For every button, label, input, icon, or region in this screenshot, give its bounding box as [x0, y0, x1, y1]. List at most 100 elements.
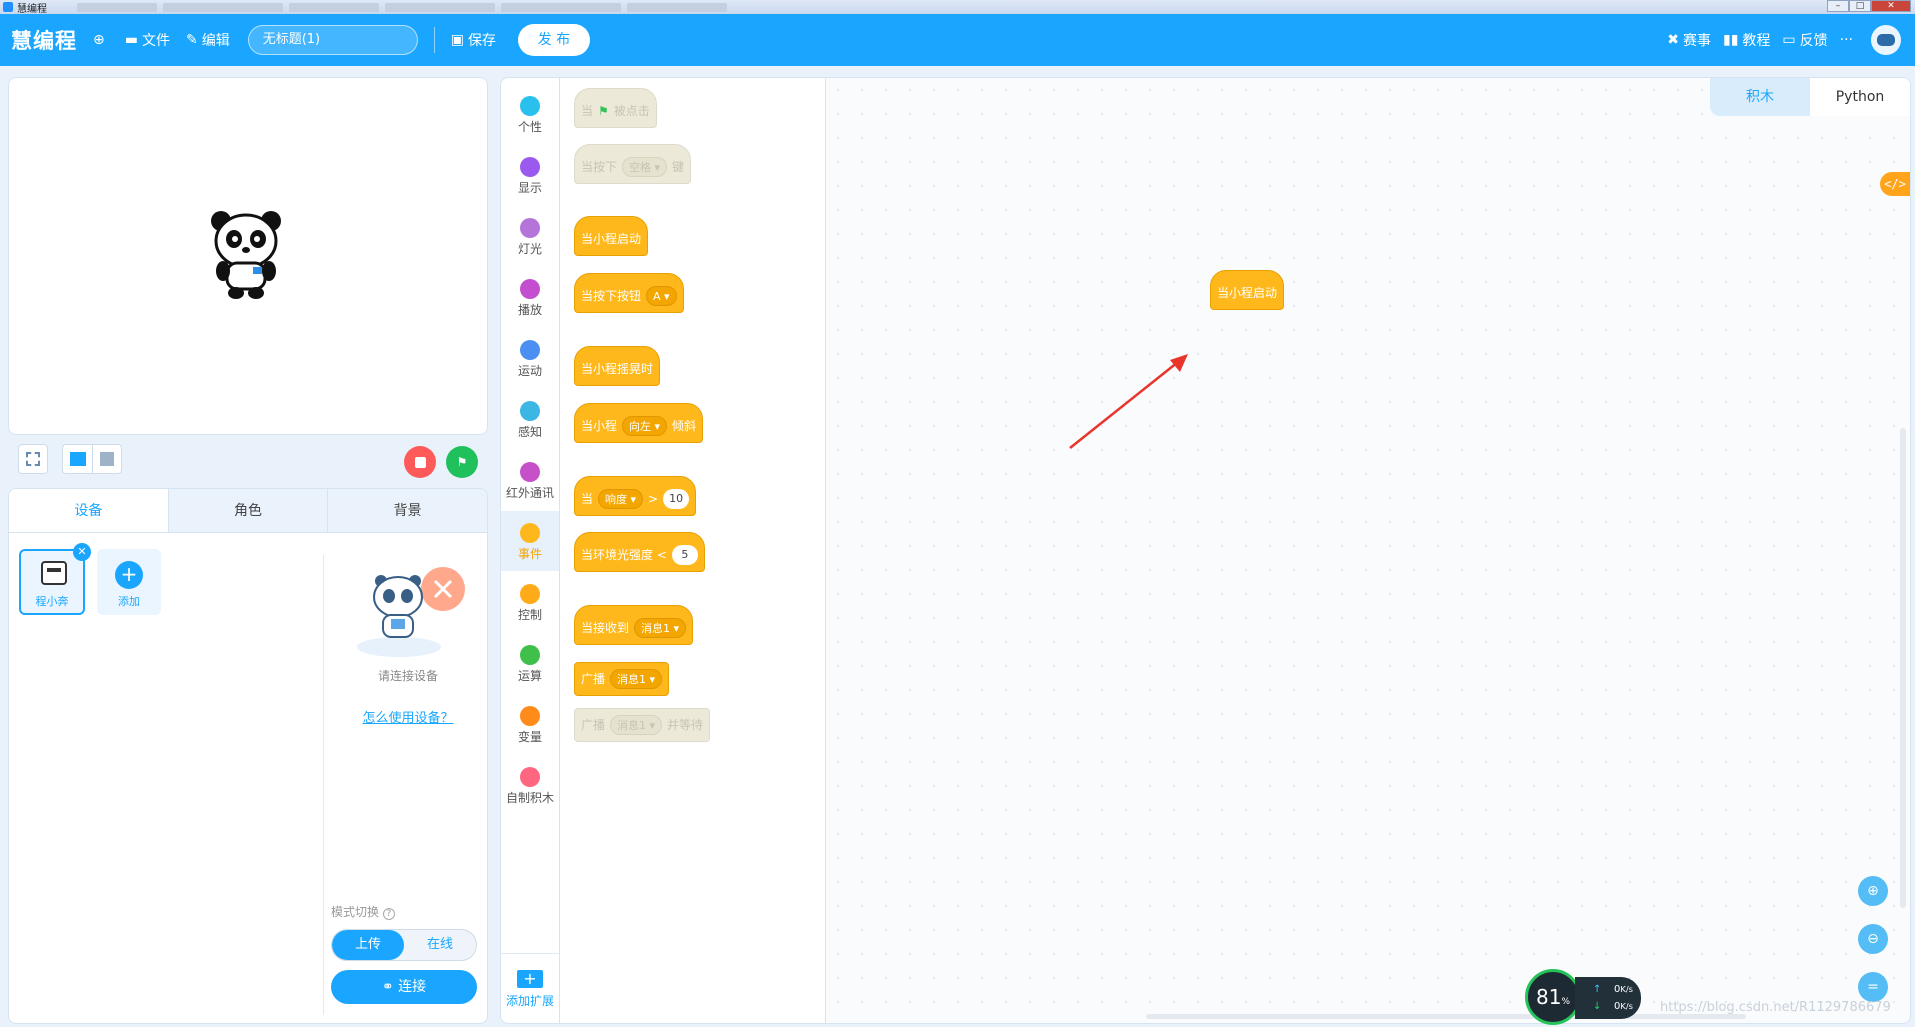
category-motion[interactable]: 运动 — [501, 328, 559, 388]
tab-backdrops[interactable]: 背景 — [328, 489, 487, 532]
category-dot — [520, 523, 540, 543]
add-device-button[interactable]: + 添加 — [97, 549, 161, 615]
file-menu[interactable]: ▬ 文件 — [125, 30, 170, 50]
category-display[interactable]: 显示 — [501, 145, 559, 205]
block-when-tilted[interactable]: 当小程 向左 ▾ 倾斜 — [574, 403, 704, 443]
help-icon[interactable]: ? — [382, 908, 395, 920]
block-when-flag-clicked[interactable]: 当 ⚑ 被点击 — [574, 88, 657, 128]
code-view-toggle[interactable]: </> — [1880, 172, 1910, 196]
user-avatar[interactable] — [1871, 25, 1901, 55]
how-to-use-device-link[interactable]: 怎么使用设备？ — [333, 707, 483, 726]
add-extension-icon: + — [517, 970, 543, 988]
panda-sprite[interactable] — [209, 205, 285, 301]
events-link[interactable]: ✖ 赛事 — [1667, 30, 1711, 50]
tab-sprites[interactable]: 角色 — [169, 489, 329, 532]
block-when-button-pressed[interactable]: 当按下按钮 A ▾ — [574, 273, 684, 313]
zoom-in-button[interactable]: ⊕ — [1858, 876, 1888, 906]
category-sound[interactable]: 播放 — [501, 267, 559, 327]
chat-icon: ▭ — [1782, 32, 1796, 48]
category-control[interactable]: 控制 — [501, 572, 559, 632]
edit-menu[interactable]: ✎ 编辑 — [186, 30, 230, 50]
category-my-blocks[interactable]: 自制积木 — [501, 755, 559, 815]
block-broadcast-and-wait[interactable]: 广播 消息1 ▾ 并等待 — [574, 708, 711, 742]
feedback-link[interactable]: ▭ 反馈 — [1782, 30, 1827, 50]
layout-small-icon — [100, 452, 114, 466]
publish-button[interactable]: 发 布 — [517, 24, 590, 56]
connect-button[interactable]: ⚭ 连接 — [331, 970, 477, 1004]
block-text: 当小程摇晃时 — [581, 362, 654, 376]
mode-toggle[interactable]: 上传 在线 — [331, 929, 477, 961]
minimize-button[interactable]: – — [1827, 0, 1849, 12]
remove-device-button[interactable]: ✕ — [73, 543, 91, 561]
block-when-key-pressed[interactable]: 当按下 空格 ▾ 键 — [574, 144, 692, 184]
plus-icon: + — [115, 561, 143, 589]
block-dropdown[interactable]: 空格 ▾ — [622, 157, 668, 177]
horizontal-scrollbar[interactable] — [1146, 1014, 1746, 1019]
tab-python[interactable]: Python — [1810, 78, 1910, 116]
folder-icon: ▬ — [124, 32, 138, 48]
block-when-receive-message[interactable]: 当接收到 消息1 ▾ — [574, 605, 694, 645]
block-text: 广播 — [581, 672, 606, 686]
category-light[interactable]: 灯光 — [501, 206, 559, 266]
block-text: 当按下 — [581, 160, 618, 174]
layout-large-stage-button[interactable] — [62, 444, 92, 474]
stop-button[interactable] — [404, 446, 436, 478]
block-when-light-less-than[interactable]: 当环境光强度 < 5 — [574, 532, 705, 572]
start-button[interactable]: ⚑ — [446, 446, 478, 478]
dropdown-value: A — [653, 290, 661, 303]
mode-online-option[interactable]: 在线 — [404, 930, 476, 960]
category-operators[interactable]: 运算 — [501, 633, 559, 693]
workspace-block-when-program-starts[interactable]: 当小程启动 — [1210, 270, 1285, 310]
fullscreen-button[interactable] — [18, 444, 48, 474]
block-when-shaken[interactable]: 当小程摇晃时 — [574, 346, 661, 386]
tab-blocks[interactable]: 积木 — [1710, 78, 1810, 116]
block-dropdown[interactable]: A ▾ — [646, 286, 677, 306]
block-when-program-starts[interactable]: 当小程启动 — [574, 216, 649, 256]
zoom-out-button[interactable]: ⊖ — [1858, 924, 1888, 954]
block-text: 当按下按钮 — [581, 289, 642, 303]
block-broadcast[interactable]: 广播 消息1 ▾ — [574, 662, 670, 696]
category-infrared[interactable]: 红外通讯 — [501, 450, 559, 510]
tutorial-link[interactable]: ▮▮ 教程 — [1723, 30, 1770, 50]
block-number-input[interactable]: 10 — [663, 489, 690, 509]
language-button[interactable]: ⊕ — [93, 32, 109, 48]
block-number-input[interactable]: 5 — [671, 545, 698, 565]
category-dot — [520, 401, 540, 421]
connect-device-hint: 请连接设备 — [377, 669, 438, 683]
block-dropdown[interactable]: 向左 ▾ — [622, 416, 668, 436]
maximize-button[interactable]: □ — [1849, 0, 1871, 12]
category-sensing[interactable]: 感知 — [501, 389, 559, 449]
mode-switch-text: 模式切换 — [331, 905, 380, 919]
more-menu-button[interactable]: ··· — [1840, 32, 1853, 48]
x-events-icon: ✖ — [1667, 32, 1679, 48]
tab-devices[interactable]: 设备 — [9, 489, 169, 532]
layout-small-stage-button[interactable] — [92, 444, 122, 474]
block-dropdown[interactable]: 响度 ▾ — [598, 489, 644, 509]
close-window-button[interactable]: ✕ — [1871, 0, 1911, 12]
os-window-controls[interactable]: – □ ✕ — [1827, 0, 1911, 12]
dropdown-value: 消息1 — [617, 719, 647, 732]
vertical-scrollbar[interactable] — [1900, 428, 1906, 908]
placed-block[interactable]: 当小程启动 — [1210, 270, 1285, 310]
save-button[interactable]: ▣ 保存 — [451, 30, 496, 50]
device-card[interactable]: 程小奔 — [19, 549, 85, 615]
block-dropdown[interactable]: 消息1 ▾ — [610, 669, 663, 689]
block-dropdown[interactable]: 消息1 ▾ — [634, 618, 687, 638]
stage-panel[interactable] — [8, 77, 488, 435]
network-speed-widget[interactable]: 81% ↑ 0K/s ↓ 0K/s — [1525, 969, 1643, 1025]
block-when-loudness-greater[interactable]: 当 响度 ▾ > 10 — [574, 476, 697, 516]
dropdown-value: 消息1 — [641, 622, 671, 635]
connect-label: 连接 — [398, 979, 427, 995]
dropdown-value: 空格 — [629, 161, 652, 174]
category-events[interactable]: 事件 — [501, 511, 559, 571]
zoom-reset-button[interactable]: = — [1858, 972, 1888, 1002]
save-label: 保存 — [467, 33, 496, 49]
category-personality[interactable]: 个性 — [501, 84, 559, 144]
project-name-input[interactable]: 无标题(1) — [247, 25, 418, 55]
block-dropdown[interactable]: 消息1 ▾ — [610, 715, 663, 735]
mode-upload-option[interactable]: 上传 — [332, 930, 404, 960]
code-workspace[interactable]: 积木 Python </> 当小程启动 ⊕ ⊖ = — [826, 77, 1911, 1024]
add-extension-button[interactable]: + 添加扩展 — [501, 953, 559, 1023]
category-variables[interactable]: 变量 — [501, 694, 559, 754]
dropdown-value: 向左 — [629, 420, 652, 433]
